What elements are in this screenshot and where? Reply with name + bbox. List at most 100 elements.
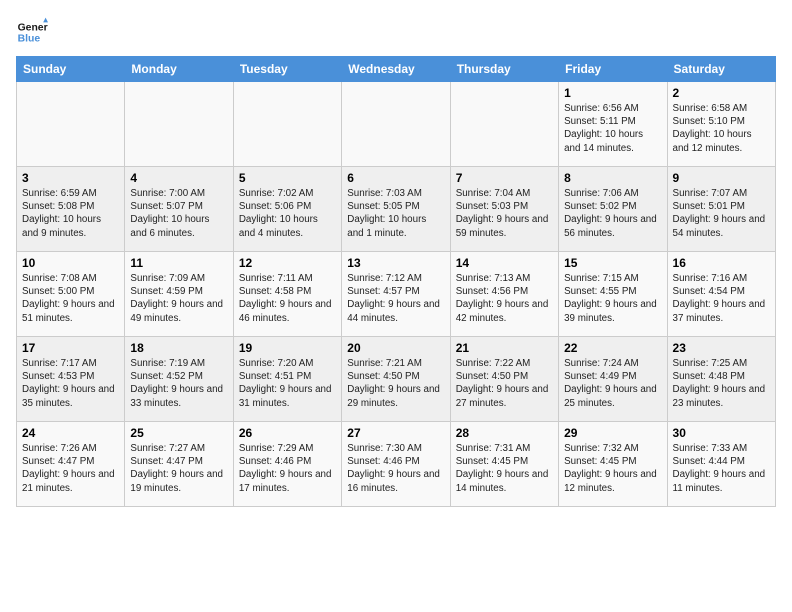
calendar-cell: 14 Sunrise: 7:13 AM Sunset: 4:56 PM Dayli… (450, 252, 558, 337)
day-number: 20 (347, 341, 444, 355)
calendar-cell: 3Sunrise: 6:59 AM Sunset: 5:08 PM Daylig… (17, 167, 125, 252)
day-number: 24 (22, 426, 119, 440)
day-info: Sunrise: 7:27 AM Sunset: 4:47 PM Dayligh… (130, 442, 227, 495)
day-number: 26 (239, 426, 336, 440)
calendar-cell: 15 Sunrise: 7:15 AM Sunset: 4:55 PM Dayli… (559, 252, 667, 337)
day-number: 13 (347, 256, 444, 270)
calendar-cell: 1Sunrise: 6:56 AM Sunset: 5:11 PM Daylig… (559, 82, 667, 167)
day-info: Sunrise: 7:02 AM Sunset: 5:06 PM Dayligh… (239, 187, 336, 240)
day-number: 10 (22, 256, 119, 270)
day-info: Sunrise: 7:09 AM Sunset: 4:59 PM Dayligh… (130, 272, 227, 325)
day-info: Sunrise: 7:31 AM Sunset: 4:45 PM Dayligh… (456, 442, 553, 495)
day-number: 16 (673, 256, 770, 270)
day-number: 1 (564, 86, 661, 100)
day-info: Sunrise: 7:11 AM Sunset: 4:58 PM Dayligh… (239, 272, 336, 325)
calendar-cell: 21 Sunrise: 7:22 AM Sunset: 4:50 PM Dayli… (450, 337, 558, 422)
day-info: Sunrise: 7:13 AM Sunset: 4:56 PM Dayligh… (456, 272, 553, 325)
calendar-cell: 30Sunrise: 7:33 AM Sunset: 4:44 PM Dayli… (667, 422, 775, 507)
day-info: Sunrise: 7:30 AM Sunset: 4:46 PM Dayligh… (347, 442, 444, 495)
calendar-cell: 4 Sunrise: 7:00 AM Sunset: 5:07 PM Daylig… (125, 167, 233, 252)
calendar-cell (17, 82, 125, 167)
day-info: Sunrise: 7:03 AM Sunset: 5:05 PM Dayligh… (347, 187, 444, 240)
calendar-cell: 18 Sunrise: 7:19 AM Sunset: 4:52 PM Dayli… (125, 337, 233, 422)
day-info: Sunrise: 7:15 AM Sunset: 4:55 PM Dayligh… (564, 272, 661, 325)
calendar-cell (342, 82, 450, 167)
day-info: Sunrise: 6:58 AM Sunset: 5:10 PM Dayligh… (673, 102, 770, 155)
day-number: 14 (456, 256, 553, 270)
weekday-header: Friday (559, 57, 667, 82)
calendar-week-row: 10 Sunrise: 7:08 AM Sunset: 5:00 PM Dayli… (17, 252, 776, 337)
calendar-week-row: 1Sunrise: 6:56 AM Sunset: 5:11 PM Daylig… (17, 82, 776, 167)
day-info: Sunrise: 7:33 AM Sunset: 4:44 PM Dayligh… (673, 442, 770, 495)
day-number: 5 (239, 171, 336, 185)
day-number: 23 (673, 341, 770, 355)
logo-icon: General Blue (16, 16, 48, 48)
day-info: Sunrise: 7:21 AM Sunset: 4:50 PM Dayligh… (347, 357, 444, 410)
calendar-cell: 9 Sunrise: 7:07 AM Sunset: 5:01 PM Daylig… (667, 167, 775, 252)
calendar-cell: 27 Sunrise: 7:30 AM Sunset: 4:46 PM Dayli… (342, 422, 450, 507)
day-info: Sunrise: 7:29 AM Sunset: 4:46 PM Dayligh… (239, 442, 336, 495)
day-info: Sunrise: 7:12 AM Sunset: 4:57 PM Dayligh… (347, 272, 444, 325)
weekday-header: Sunday (17, 57, 125, 82)
calendar-cell (125, 82, 233, 167)
day-number: 19 (239, 341, 336, 355)
day-number: 27 (347, 426, 444, 440)
day-number: 11 (130, 256, 227, 270)
calendar-cell: 16 Sunrise: 7:16 AM Sunset: 4:54 PM Dayli… (667, 252, 775, 337)
svg-text:Blue: Blue (18, 34, 41, 45)
calendar-cell: 17 Sunrise: 7:17 AM Sunset: 4:53 PM Dayli… (17, 337, 125, 422)
day-info: Sunrise: 7:24 AM Sunset: 4:49 PM Dayligh… (564, 357, 661, 410)
calendar-cell: 2 Sunrise: 6:58 AM Sunset: 5:10 PM Daylig… (667, 82, 775, 167)
calendar-cell: 12 Sunrise: 7:11 AM Sunset: 4:58 PM Dayli… (233, 252, 341, 337)
calendar-week-row: 3Sunrise: 6:59 AM Sunset: 5:08 PM Daylig… (17, 167, 776, 252)
calendar-cell: 26 Sunrise: 7:29 AM Sunset: 4:46 PM Dayli… (233, 422, 341, 507)
weekday-header: Tuesday (233, 57, 341, 82)
weekday-header: Wednesday (342, 57, 450, 82)
page-header: General Blue (16, 16, 776, 48)
calendar-cell: 7 Sunrise: 7:04 AM Sunset: 5:03 PM Daylig… (450, 167, 558, 252)
day-number: 6 (347, 171, 444, 185)
calendar-cell (450, 82, 558, 167)
day-info: Sunrise: 6:59 AM Sunset: 5:08 PM Dayligh… (22, 187, 119, 240)
logo: General Blue (16, 16, 48, 48)
day-info: Sunrise: 7:08 AM Sunset: 5:00 PM Dayligh… (22, 272, 119, 325)
calendar-week-row: 24Sunrise: 7:26 AM Sunset: 4:47 PM Dayli… (17, 422, 776, 507)
calendar-cell: 25 Sunrise: 7:27 AM Sunset: 4:47 PM Dayli… (125, 422, 233, 507)
day-info: Sunrise: 7:04 AM Sunset: 5:03 PM Dayligh… (456, 187, 553, 240)
calendar-cell: 29 Sunrise: 7:32 AM Sunset: 4:45 PM Dayli… (559, 422, 667, 507)
calendar-cell: 11 Sunrise: 7:09 AM Sunset: 4:59 PM Dayli… (125, 252, 233, 337)
day-number: 12 (239, 256, 336, 270)
weekday-header-row: SundayMondayTuesdayWednesdayThursdayFrid… (17, 57, 776, 82)
day-number: 22 (564, 341, 661, 355)
day-number: 15 (564, 256, 661, 270)
day-info: Sunrise: 7:16 AM Sunset: 4:54 PM Dayligh… (673, 272, 770, 325)
calendar-cell: 5 Sunrise: 7:02 AM Sunset: 5:06 PM Daylig… (233, 167, 341, 252)
calendar-cell: 20 Sunrise: 7:21 AM Sunset: 4:50 PM Dayli… (342, 337, 450, 422)
calendar-cell: 22 Sunrise: 7:24 AM Sunset: 4:49 PM Dayli… (559, 337, 667, 422)
day-info: Sunrise: 7:32 AM Sunset: 4:45 PM Dayligh… (564, 442, 661, 495)
calendar-cell: 23 Sunrise: 7:25 AM Sunset: 4:48 PM Dayli… (667, 337, 775, 422)
day-info: Sunrise: 7:25 AM Sunset: 4:48 PM Dayligh… (673, 357, 770, 410)
weekday-header: Thursday (450, 57, 558, 82)
calendar-cell: 19Sunrise: 7:20 AM Sunset: 4:51 PM Dayli… (233, 337, 341, 422)
day-number: 21 (456, 341, 553, 355)
calendar-cell: 8Sunrise: 7:06 AM Sunset: 5:02 PM Daylig… (559, 167, 667, 252)
day-info: Sunrise: 7:00 AM Sunset: 5:07 PM Dayligh… (130, 187, 227, 240)
weekday-header: Monday (125, 57, 233, 82)
calendar-cell: 28Sunrise: 7:31 AM Sunset: 4:45 PM Dayli… (450, 422, 558, 507)
day-info: Sunrise: 7:19 AM Sunset: 4:52 PM Dayligh… (130, 357, 227, 410)
day-number: 17 (22, 341, 119, 355)
calendar-cell (233, 82, 341, 167)
day-number: 9 (673, 171, 770, 185)
calendar-cell: 13 Sunrise: 7:12 AM Sunset: 4:57 PM Dayli… (342, 252, 450, 337)
day-number: 2 (673, 86, 770, 100)
day-number: 7 (456, 171, 553, 185)
day-number: 8 (564, 171, 661, 185)
day-number: 4 (130, 171, 227, 185)
day-number: 29 (564, 426, 661, 440)
day-info: Sunrise: 7:22 AM Sunset: 4:50 PM Dayligh… (456, 357, 553, 410)
day-number: 18 (130, 341, 227, 355)
day-info: Sunrise: 7:17 AM Sunset: 4:53 PM Dayligh… (22, 357, 119, 410)
day-info: Sunrise: 7:07 AM Sunset: 5:01 PM Dayligh… (673, 187, 770, 240)
day-number: 25 (130, 426, 227, 440)
